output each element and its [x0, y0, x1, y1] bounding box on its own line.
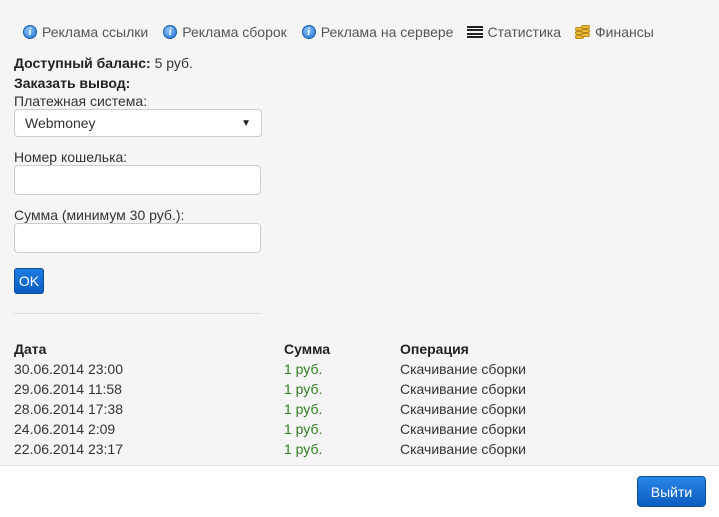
row-operation: Скачивание сборки	[400, 421, 526, 437]
column-header-date: Дата	[14, 341, 47, 357]
nav-item-finance[interactable]: Финансы	[575, 24, 654, 40]
row-operation: Скачивание сборки	[400, 441, 526, 457]
finance-panel: i Реклама ссылки i Реклама сборок i Рекл…	[0, 0, 719, 465]
nav-item-label: Статистика	[487, 24, 561, 40]
info-icon: i	[301, 24, 317, 40]
exit-button[interactable]: Выйти	[637, 476, 706, 507]
row-amount: 1 руб.	[284, 421, 323, 437]
column-header-operation: Операция	[400, 341, 469, 357]
table-header: Дата Сумма Операция	[14, 339, 614, 359]
row-operation: Скачивание сборки	[400, 381, 526, 397]
nav-item-label: Реклама ссылки	[42, 24, 149, 40]
chevron-down-icon: ▼	[241, 117, 251, 129]
table-row: 29.06.2014 11:58 1 руб. Скачивание сборк…	[14, 379, 614, 399]
row-date: 29.06.2014 11:58	[14, 381, 122, 397]
row-amount: 1 руб.	[284, 441, 323, 457]
withdraw-title: Заказать вывод:	[14, 75, 131, 91]
payment-system-label: Платежная система:	[14, 93, 148, 109]
row-operation: Скачивание сборки	[400, 361, 526, 377]
row-amount: 1 руб.	[284, 361, 323, 377]
amount-input[interactable]	[14, 223, 261, 253]
nav-item-build-ads[interactable]: i Реклама сборок	[162, 24, 287, 40]
divider	[14, 313, 262, 314]
row-date: 24.06.2014 2:09	[14, 421, 116, 437]
row-date: 30.06.2014 23:00	[14, 361, 123, 377]
dialog-footer	[0, 465, 719, 517]
top-nav: i Реклама ссылки i Реклама сборок i Рекл…	[22, 22, 668, 42]
wallet-number-input[interactable]	[14, 165, 261, 195]
row-date: 22.06.2014 23:17	[14, 441, 123, 457]
balance-line: Доступный баланс: 5 руб.	[14, 55, 193, 71]
coins-icon	[575, 24, 591, 40]
info-icon: i	[162, 24, 178, 40]
row-operation: Скачивание сборки	[400, 401, 526, 417]
wallet-number-label: Номер кошелька:	[14, 149, 128, 165]
nav-item-label: Реклама на сервере	[320, 24, 454, 40]
nav-item-statistics[interactable]: Статистика	[467, 24, 561, 40]
table-row: 30.06.2014 23:00 1 руб. Скачивание сборк…	[14, 359, 614, 379]
nav-item-link-ads[interactable]: i Реклама ссылки	[22, 24, 148, 40]
info-icon: i	[22, 24, 38, 40]
balance-label: Доступный баланс:	[14, 55, 151, 71]
nav-item-server-ads[interactable]: i Реклама на сервере	[301, 24, 454, 40]
row-amount: 1 руб.	[284, 401, 323, 417]
balance-value: 5 руб.	[154, 55, 193, 71]
row-date: 28.06.2014 17:38	[14, 401, 123, 417]
amount-label: Сумма (минимум 30 руб.):	[14, 207, 185, 223]
row-amount: 1 руб.	[284, 381, 323, 397]
payment-system-select[interactable]: Webmoney ▼	[14, 109, 262, 137]
ok-button[interactable]: OK	[14, 268, 44, 294]
history-table: Дата Сумма Операция 30.06.2014 23:00 1 р…	[14, 339, 614, 459]
nav-item-label: Финансы	[595, 24, 654, 40]
nav-item-label: Реклама сборок	[182, 24, 287, 40]
list-icon	[467, 24, 484, 40]
table-row: 28.06.2014 17:38 1 руб. Скачивание сборк…	[14, 399, 614, 419]
payment-system-value: Webmoney	[25, 115, 96, 131]
table-row: 22.06.2014 23:17 1 руб. Скачивание сборк…	[14, 439, 614, 459]
column-header-amount: Сумма	[284, 341, 331, 357]
table-row: 24.06.2014 2:09 1 руб. Скачивание сборки	[14, 419, 614, 439]
